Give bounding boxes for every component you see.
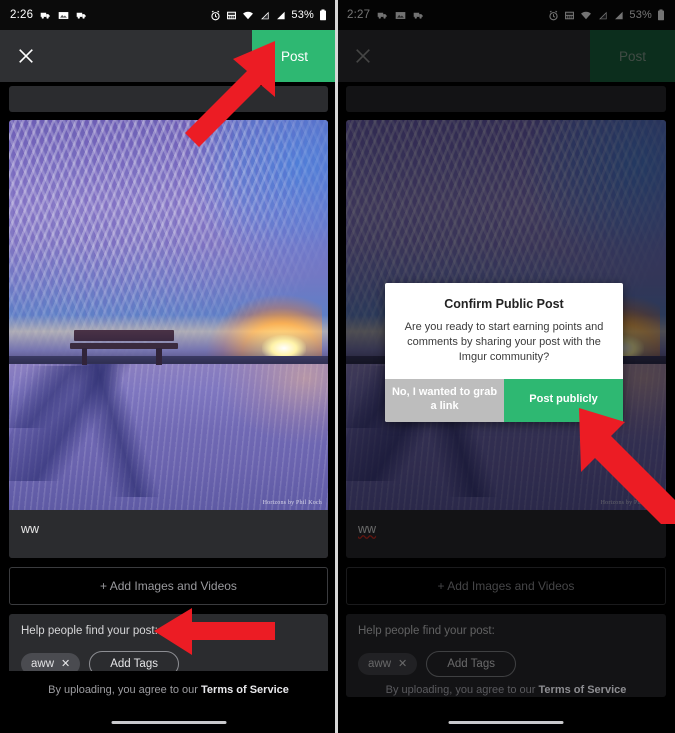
- add-images-and-videos-label: + Add Images and Videos: [100, 579, 237, 593]
- screenshot-pair: 2:26 53% Post Horizons by Phil Koch ww +…: [0, 0, 675, 733]
- terms-of-service-link[interactable]: Terms of Service: [539, 684, 627, 696]
- home-indicator[interactable]: [111, 721, 226, 724]
- bench-leg: [81, 347, 87, 365]
- battery-icon: [319, 9, 327, 21]
- bench-leg: [156, 347, 162, 365]
- network-widget-icon: [226, 10, 237, 21]
- arrow-to-post-publicly: [579, 408, 675, 524]
- dialog-title: Confirm Public Post: [444, 297, 564, 311]
- terms-footer-left: By uploading, you agree to our Terms of …: [0, 671, 337, 733]
- close-icon: [17, 47, 35, 65]
- bench-backrest: [73, 330, 174, 341]
- status-clock: 2:26: [10, 9, 34, 21]
- status-bar-left: 2:26 53%: [0, 0, 337, 30]
- image-watermark: Horizons by Phil Koch: [262, 500, 322, 506]
- panel-divider: [335, 0, 338, 733]
- terms-prefix: By uploading, you agree to our: [385, 684, 539, 696]
- terms-text: By uploading, you agree to our Terms of …: [386, 684, 627, 696]
- terms-footer-right: By uploading, you agree to our Terms of …: [337, 671, 675, 733]
- arrow-to-post-button: [185, 41, 275, 147]
- dialog-message: Are you ready to start earning points an…: [404, 321, 604, 363]
- dialog-body: Confirm Public Post Are you ready to sta…: [385, 283, 623, 379]
- post-image[interactable]: Horizons by Phil Koch: [9, 120, 328, 510]
- status-left-group: 2:26: [10, 9, 87, 21]
- media-card: Horizons by Phil Koch ww: [9, 120, 328, 558]
- terms-of-service-link[interactable]: Terms of Service: [201, 684, 289, 696]
- action-bar-left: Post: [0, 30, 337, 82]
- image-icon: [58, 10, 69, 21]
- bench: [69, 329, 179, 365]
- home-indicator[interactable]: [448, 721, 564, 724]
- screenshot-icon: [40, 10, 51, 21]
- phone-screen-left: 2:26 53% Post Horizons by Phil Koch ww +…: [0, 0, 337, 733]
- screenshot-icon: [76, 10, 87, 21]
- grab-link-button[interactable]: No, I wanted to grab a link: [385, 378, 504, 422]
- snow-warm-light: [181, 363, 328, 510]
- terms-prefix: By uploading, you agree to our: [48, 684, 202, 696]
- add-tags-label: Add Tags: [110, 658, 158, 670]
- terms-text: By uploading, you agree to our Terms of …: [48, 684, 289, 696]
- sun-icon: [261, 334, 306, 357]
- post-button-label: Post: [280, 48, 308, 64]
- signal-icon: [275, 10, 286, 21]
- wifi-icon: [242, 10, 254, 21]
- battery-percent: 53%: [291, 9, 314, 21]
- caption-input[interactable]: ww: [9, 510, 328, 558]
- caption-text: ww: [21, 522, 40, 536]
- status-right-group: 53%: [210, 9, 327, 21]
- signal-icon: [259, 10, 270, 21]
- arrow-to-add-tags: [154, 608, 275, 655]
- close-icon[interactable]: ✕: [61, 658, 70, 670]
- close-button[interactable]: [0, 30, 52, 82]
- alarm-icon: [210, 10, 221, 21]
- add-images-and-videos-button[interactable]: + Add Images and Videos: [9, 567, 328, 605]
- phone-screen-right: 2:27 53% Post: [337, 0, 675, 733]
- grab-link-label: No, I wanted to grab a link: [391, 386, 498, 413]
- tag-chip-label: aww: [31, 658, 55, 670]
